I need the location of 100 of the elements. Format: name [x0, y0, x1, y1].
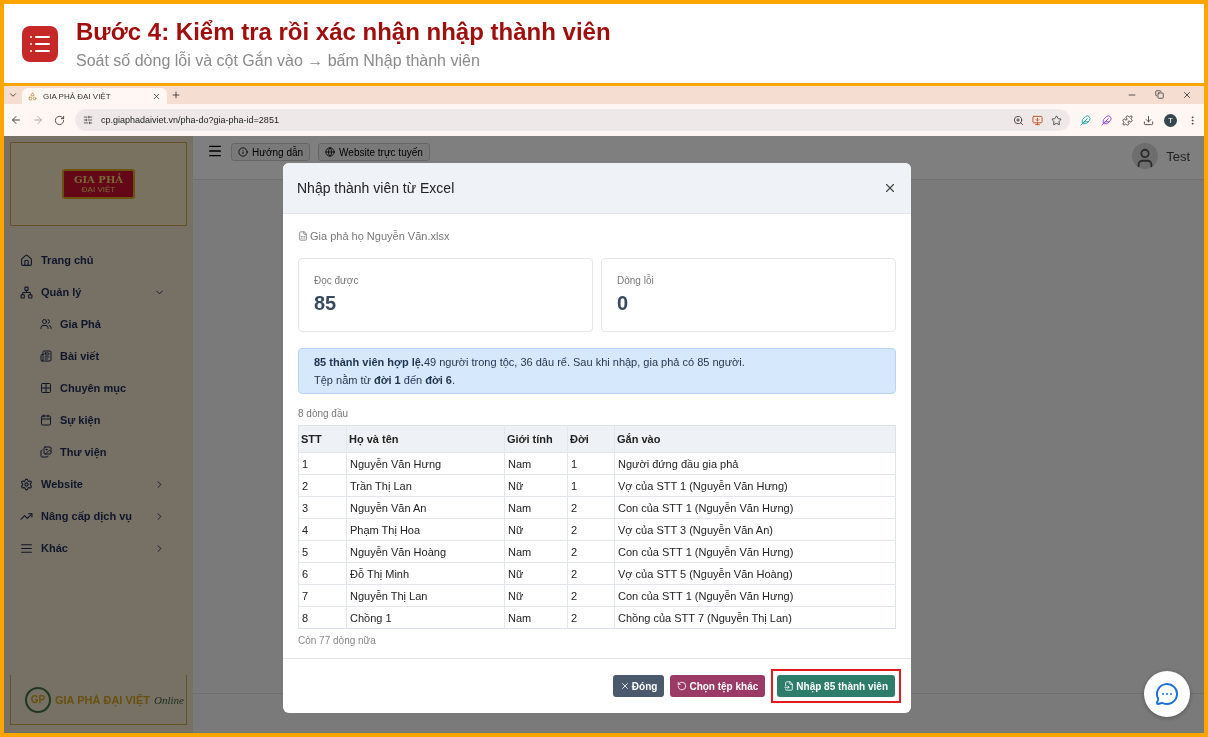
back-icon[interactable] [10, 114, 22, 126]
table-cell: 7 [298, 584, 347, 607]
chat-icon [1155, 682, 1179, 706]
table-cell: 1 [567, 474, 615, 497]
dialog-title: Nhập thành viên từ Excel [297, 180, 455, 196]
nav-subitem[interactable]: Gia Phả [4, 308, 193, 340]
nav-icon [40, 350, 52, 362]
alert-text: 85 thành viên hợp lệ.49 người trong tộc, 36 dâu rể. Sau khi nhập, gia phả có 85 người. [314, 356, 746, 368]
column-header: Gắn vào [614, 425, 896, 453]
close-window-icon[interactable] [1182, 90, 1192, 100]
reset-button[interactable]: Chọn tệp khác [670, 675, 766, 697]
zoom-icon[interactable] [1013, 114, 1024, 126]
table-cell: 2 [567, 584, 615, 607]
favicon-icon [28, 91, 37, 101]
file-name: Gia phả họ Nguyễn Văn.xlsx [298, 230, 896, 242]
table-cell: Vợ của STT 5 (Nguyễn Văn Hoàng) [614, 562, 896, 585]
close-button[interactable]: Đóng [612, 675, 665, 697]
column-header: Giới tính [504, 425, 568, 453]
table-cell: Con của STT 1 (Nguyễn Văn Hưng) [614, 540, 896, 563]
stat-label: Đọc được [314, 275, 360, 286]
table-cell: Trần Thị Lan [346, 474, 505, 497]
menu-icon[interactable] [207, 143, 223, 159]
table-cell: 2 [567, 606, 615, 629]
nav-item[interactable]: Nâng cấp dịch vụ [4, 500, 193, 532]
table-cell: 6 [298, 562, 347, 585]
table-cell: Nam [504, 452, 568, 475]
table-cell: Chồng của STT 7 (Nguyễn Thị Lan) [614, 606, 896, 629]
nav-subitem[interactable]: Thư viện [4, 436, 193, 468]
stat-value: 85 [314, 292, 338, 315]
stat-label: Dòng lỗi [617, 275, 655, 286]
spreadsheet-file-icon [298, 231, 308, 241]
nav-subitem[interactable]: Sự kiện [4, 404, 193, 436]
reload-icon[interactable] [54, 114, 65, 126]
site-settings-icon[interactable] [83, 115, 93, 125]
import-button[interactable]: Nhập 85 thành viên [777, 675, 895, 697]
browser-tab[interactable]: GIA PHẢ ĐẠI VIỆT [22, 88, 167, 104]
info-icon [238, 147, 248, 157]
table-cell: 2 [298, 474, 347, 497]
nav-item[interactable]: Trang chủ [4, 244, 193, 276]
table-cell: Nữ [504, 518, 568, 541]
table-cell: Đỗ Thị Minh [346, 562, 505, 585]
toolbar-button[interactable]: Hướng dẫn [231, 143, 311, 161]
table-cell: Con của STT 1 (Nguyễn Văn Hưng) [614, 496, 896, 519]
nav-subitem[interactable]: Bài viết [4, 340, 193, 372]
table-cell: Nguyễn Văn Hưng [346, 452, 505, 475]
table-cell: 4 [298, 518, 347, 541]
close-tab-icon[interactable] [152, 91, 161, 101]
table-cell: Phạm Thị Hoa [346, 518, 505, 541]
import-icon [784, 681, 795, 691]
user-avatar[interactable] [1132, 143, 1159, 169]
profile-avatar[interactable]: T [1164, 113, 1177, 127]
user-name: Test [1166, 148, 1190, 164]
table-cell: Vợ của STT 1 (Nguyễn Văn Hưng) [614, 474, 896, 497]
table-cell: Nữ [504, 584, 568, 607]
table-cell: 2 [567, 540, 615, 563]
close-icon [619, 681, 630, 691]
install-app-icon[interactable] [1032, 114, 1043, 126]
nav-icon [40, 318, 52, 330]
logo-drawing: GIA PHẢ ĐẠI VIỆT [10, 142, 187, 226]
table-cell: 1 [567, 452, 615, 475]
nav-item[interactable]: Website [4, 468, 193, 500]
table-cell: Nguyễn Văn Hoàng [346, 540, 505, 563]
address-bar[interactable]: cp.giaphadaiviet.vn/pha-do?gia-pha-id=2851 [75, 109, 1070, 131]
reset-icon [677, 681, 688, 691]
nav-icon [40, 382, 52, 394]
table-cell: Con của STT 1 (Nguyễn Văn Hưng) [614, 584, 896, 607]
column-header: Đời [567, 425, 615, 453]
table-cell: 2 [567, 518, 615, 541]
nav-icon [20, 285, 33, 299]
table-cell: Nguyễn Thị Lan [346, 584, 505, 607]
nav-icon [20, 253, 33, 267]
bookmark-icon[interactable] [1051, 114, 1062, 126]
restore-icon[interactable] [1155, 90, 1164, 99]
table-cell: Nam [504, 606, 568, 629]
alert-text: Tệp nằm từ đời 1 đến đời 6. [314, 374, 457, 386]
nav-item[interactable]: Quản lý [4, 276, 193, 308]
list-icon [22, 25, 58, 62]
stat-value: 0 [617, 292, 630, 315]
globe-icon [325, 147, 336, 157]
preview-caption: 8 dòng đầu [298, 408, 350, 419]
extensions-icon[interactable] [1122, 114, 1133, 126]
nav-icon [20, 541, 33, 555]
nav-icon [40, 414, 52, 426]
nav-icon [20, 477, 33, 491]
table-cell: Nữ [504, 474, 568, 497]
close-button[interactable] [883, 181, 897, 195]
table-cell: 8 [298, 606, 347, 629]
table-cell: 3 [298, 496, 347, 519]
toolbar-button[interactable]: Website trực tuyến [318, 143, 430, 161]
feather-icon[interactable] [1101, 114, 1112, 126]
guide-subtitle: Soát số dòng lỗi và cột Gắn vào → bấm Nhập thành viên [76, 51, 481, 70]
guide-title: Bước 4: Kiểm tra rồi xác nhận nhập thành viên [76, 17, 611, 46]
nav-item[interactable]: Khác [4, 532, 193, 564]
column-header: Họ và tên [346, 425, 505, 453]
nav-subitem[interactable]: Chuyên mục [4, 372, 193, 404]
table-cell: Nam [504, 540, 568, 563]
extension-icon[interactable] [1080, 114, 1091, 126]
table-cell: Chồng 1 [346, 606, 505, 629]
table-cell: Nguyễn Văn An [346, 496, 505, 519]
download-icon[interactable] [1143, 114, 1154, 126]
